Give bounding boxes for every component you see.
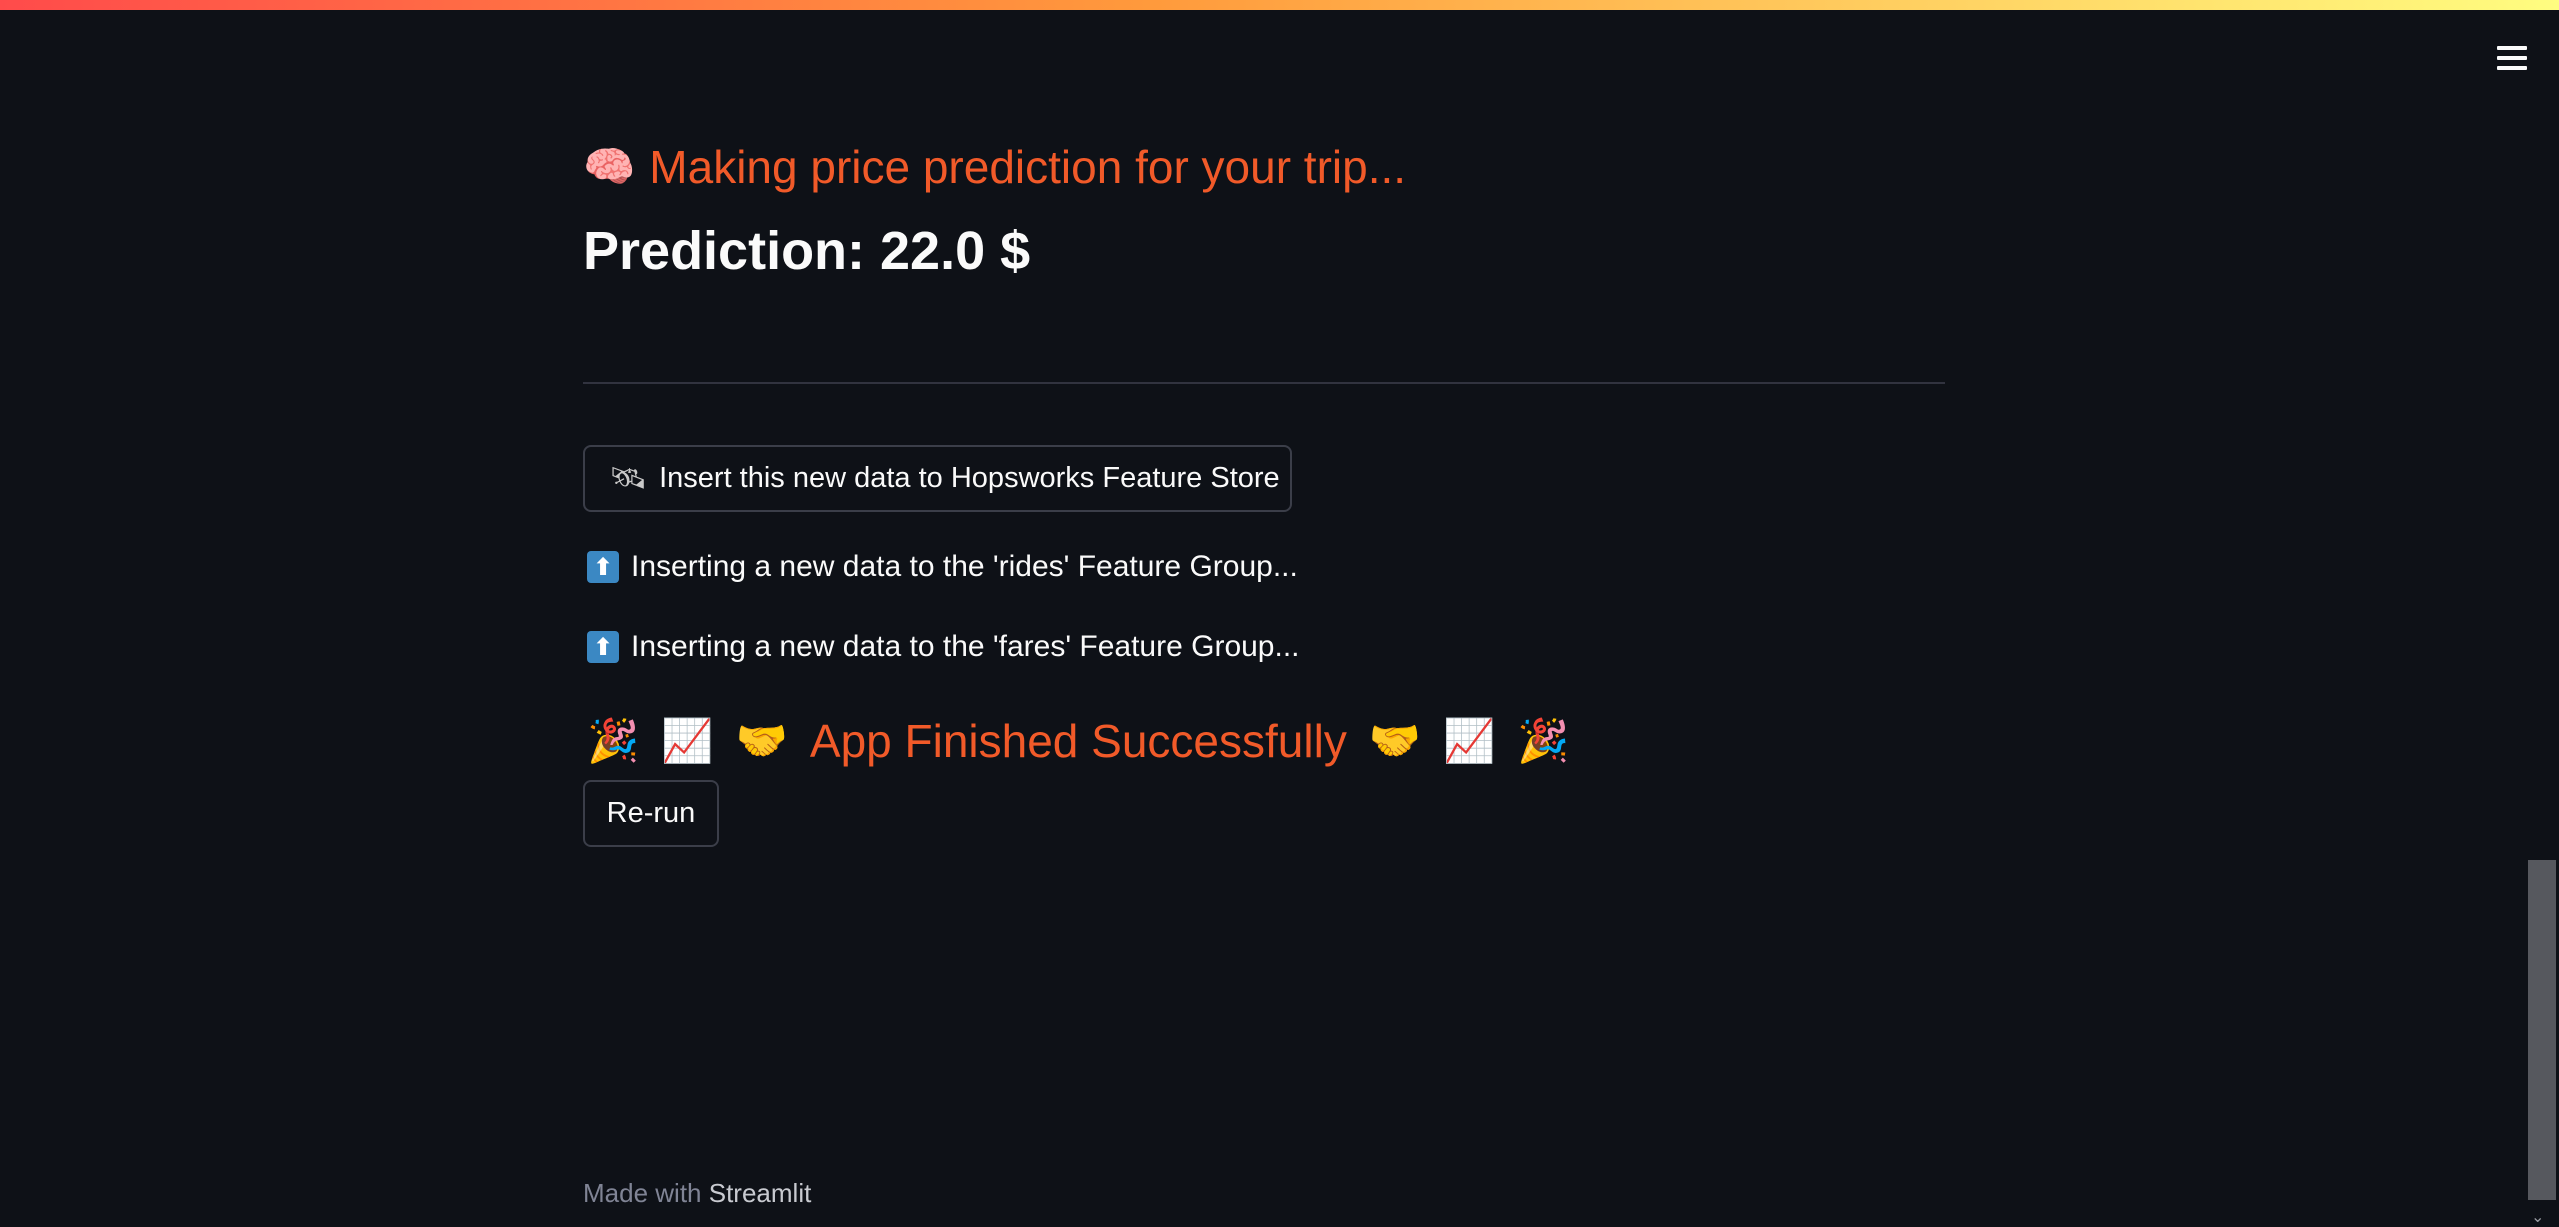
handshake-icon: 🤝	[735, 716, 788, 764]
scrollbar-thumb[interactable]	[2528, 860, 2556, 1200]
prediction-value: Prediction: 22.0 $	[583, 221, 1031, 281]
status-message-fares: ⬆ Inserting a new data to the 'fares' Fe…	[587, 630, 1300, 664]
insert-data-button-label: Insert this new data to Hopsworks Featur…	[659, 462, 1280, 494]
footer-prefix: Made with	[583, 1178, 702, 1208]
rerun-button[interactable]: Re-run	[583, 780, 719, 847]
satellite-icon: 🛰	[609, 462, 648, 495]
brain-icon: 🧠	[583, 142, 636, 190]
app-finished-subheader: 🎉 📈 🤝 App Finished Successfully 🤝 📈 🎉	[587, 714, 1570, 768]
streamlit-link[interactable]: Streamlit	[709, 1178, 812, 1208]
divider	[583, 382, 1945, 384]
finished-text: App Finished Successfully	[809, 715, 1347, 767]
party-popper-icon: 🎉	[587, 716, 640, 764]
status-text: Inserting a new data to the 'fares' Feat…	[631, 630, 1300, 663]
status-message-rides: ⬆ Inserting a new data to the 'rides' Fe…	[587, 550, 1298, 584]
up-arrow-icon: ⬆	[587, 551, 619, 583]
hamburger-menu-button[interactable]	[2490, 40, 2534, 76]
subheader-text: Making price prediction for your trip...	[649, 141, 1407, 193]
handshake-icon: 🤝	[1368, 716, 1422, 764]
scroll-down-icon[interactable]: ⌄	[2531, 1207, 2544, 1227]
top-decoration-bar	[0, 0, 2559, 10]
hamburger-icon	[2497, 46, 2527, 50]
prediction-subheader: 🧠 Making price prediction for your trip.…	[583, 140, 1406, 194]
insert-data-button[interactable]: 🛰 Insert this new data to Hopsworks Feat…	[583, 445, 1292, 512]
chart-increasing-icon: 📈	[661, 716, 714, 764]
party-popper-icon: 🎉	[1517, 716, 1570, 764]
chart-increasing-icon: 📈	[1443, 716, 1496, 764]
up-arrow-icon: ⬆	[587, 631, 619, 663]
footer: Made with Streamlit	[583, 1178, 811, 1209]
status-text: Inserting a new data to the 'rides' Feat…	[631, 550, 1298, 583]
